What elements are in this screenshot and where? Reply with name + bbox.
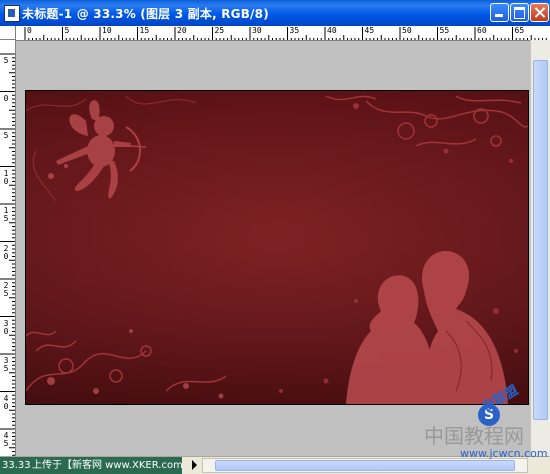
- ruler-top-label: 65: [514, 26, 525, 35]
- horizontal-ruler[interactable]: 0 5 10 15 20 25 30 35 40 45 50 55 60 65: [16, 26, 550, 41]
- ruler-left-label: 5: [3, 364, 9, 373]
- valentine-artwork: [26, 91, 528, 404]
- ruler-left-label: 5: [3, 439, 9, 448]
- watermark-chinese-text: 中国教程网: [424, 424, 524, 448]
- ruler-left-label: 5: [3, 56, 9, 65]
- ruler-left-label: 0: [3, 326, 9, 336]
- watermark-url: www.jcwcn.com: [460, 447, 548, 460]
- ruler-top-label: 55: [439, 26, 450, 35]
- ruler-top-label: 40: [327, 26, 337, 35]
- zoom-level[interactable]: 33.33: [0, 457, 32, 474]
- ruler-top-label: 35: [289, 26, 300, 35]
- window-title: 未标题-1 @ 33.3% (图层 3 副本, RGB/8): [22, 7, 269, 21]
- ruler-left-label: 0: [3, 251, 9, 261]
- title-bar: 未标题-1 @ 33.3% (图层 3 副本, RGB/8): [0, 0, 550, 26]
- vertical-scroll-thumb[interactable]: [533, 60, 548, 420]
- watermark-logo-text: 自联盟: [479, 382, 522, 416]
- close-button[interactable]: [530, 3, 549, 22]
- ruler-top-label: 15: [139, 26, 150, 35]
- maximize-button[interactable]: [510, 3, 529, 22]
- ruler-origin[interactable]: [0, 26, 16, 40]
- ruler-top-label: 10: [102, 26, 112, 35]
- document-icon[interactable]: [4, 5, 20, 22]
- document-info: 上传于【新客网 www.XKER.com】: [32, 457, 182, 474]
- ruler-left-label: 0: [3, 93, 9, 103]
- ruler-left-label: 0: [3, 401, 9, 411]
- ruler-left-label: 5: [3, 214, 9, 223]
- ruler-top-label: 50: [402, 26, 412, 35]
- site-watermark: S 自联盟 中国教程网 www.jcwcn.com: [420, 370, 550, 465]
- info-menu-arrow-icon[interactable]: [192, 460, 197, 470]
- ruler-top-label: 30: [252, 26, 262, 35]
- ruler-left-label: 0: [3, 176, 9, 186]
- document-canvas[interactable]: [25, 90, 529, 405]
- ruler-left-label: 5: [3, 131, 9, 140]
- ruler-top-label: 0: [27, 26, 32, 35]
- ruler-top-label: 45: [364, 26, 375, 35]
- ruler-top-label: 20: [177, 26, 187, 35]
- horizontal-ruler-ticks: [24, 27, 547, 40]
- ruler-top-label: 60: [477, 26, 487, 35]
- ruler-top-label: 25: [214, 26, 225, 35]
- ruler-top-label: 5: [64, 26, 70, 35]
- minimize-button[interactable]: [490, 3, 509, 22]
- ruler-left-label: 5: [3, 289, 9, 298]
- vertical-ruler[interactable]: 5051015202530354045: [0, 40, 16, 456]
